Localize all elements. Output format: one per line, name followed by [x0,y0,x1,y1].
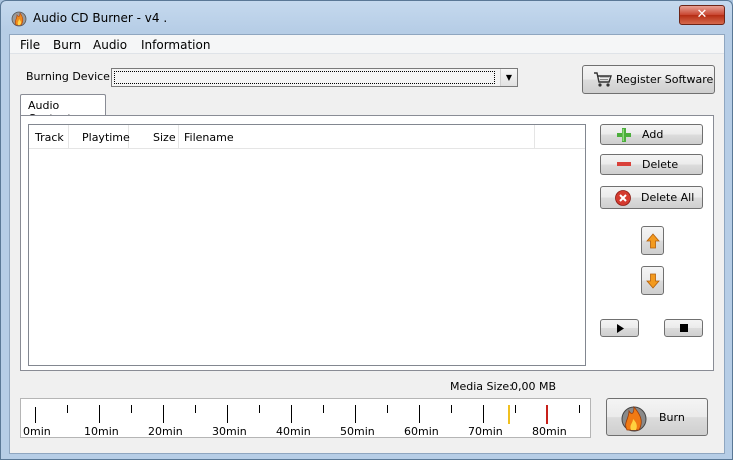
burn-button[interactable]: Burn [606,398,708,436]
ruler-label: 0min [23,425,51,438]
burning-device-label: Burning Device: [26,70,114,83]
minor-tick [195,405,196,413]
ruler-label: 10min [84,425,119,438]
capacity-marker-80min [546,405,548,424]
ruler-label: 40min [276,425,311,438]
minor-tick [67,405,68,413]
minor-tick [451,405,452,413]
client-area: File Burn Audio Information Burning Devi… [9,34,725,454]
major-tick [99,405,100,423]
minor-tick [515,405,516,413]
move-down-button[interactable] [641,266,664,295]
flame-disc-icon [11,11,27,27]
delete-label: Delete [642,158,679,171]
menu-audio[interactable]: Audio [93,38,127,52]
ruler-label: 60min [404,425,439,438]
minor-tick [323,405,324,413]
capacity-marker-74min [508,405,510,424]
minus-icon [617,162,631,166]
tab-audio-content[interactable]: Audio Content [20,94,106,125]
column-playtime[interactable]: Playtime [69,125,130,149]
stop-icon [680,324,688,332]
chevron-down-icon[interactable]: ▼ [500,69,517,86]
track-list[interactable]: Track Playtime Size Filename [28,124,586,366]
burning-device-select[interactable]: ▼ [111,68,518,87]
title-bar[interactable]: Audio CD Burner - v4 . ✕ [1,1,732,33]
ruler-label: 80min [532,425,567,438]
track-list-header: Track Playtime Size Filename [29,125,585,149]
move-up-button[interactable] [641,226,664,255]
audio-content-panel: Track Playtime Size Filename Add Delete [20,115,714,371]
major-tick [163,405,164,423]
app-window: Audio CD Burner - v4 . ✕ File Burn Audio… [0,0,733,460]
delete-circle-icon [615,190,631,206]
burn-label: Burn [659,411,685,424]
minor-tick [259,405,260,413]
major-tick [419,405,420,423]
column-filename[interactable]: Filename [179,125,535,149]
arrow-down-icon [646,273,660,289]
major-tick [291,405,292,423]
major-tick [355,405,356,423]
ruler-label: 30min [212,425,247,438]
menu-information[interactable]: Information [141,38,210,52]
play-button[interactable] [600,319,639,337]
media-size-label: Media Size: [450,380,513,393]
shopping-cart-icon [594,72,612,87]
delete-button[interactable]: Delete [600,154,703,175]
minor-tick [131,405,132,413]
plus-icon [617,128,631,142]
delete-all-button[interactable]: Delete All [600,186,703,209]
ruler-cursor [35,407,36,423]
major-tick [227,405,228,423]
register-software-button[interactable]: Register Software [582,65,715,94]
ruler-label: 20min [148,425,183,438]
delete-all-label: Delete All [641,191,695,204]
menu-file[interactable]: File [20,38,40,52]
menu-bar: File Burn Audio Information [10,35,724,54]
add-button[interactable]: Add [600,124,703,145]
menu-burn[interactable]: Burn [53,38,81,52]
minor-tick [387,405,388,413]
capacity-ruler: 0min 10min 20min 30min 40min 50min 60min… [20,398,591,438]
play-icon [617,324,624,333]
register-software-label: Register Software [616,73,714,86]
column-size[interactable]: Size [129,125,179,149]
ruler-label: 50min [340,425,375,438]
arrow-up-icon [646,233,660,249]
burning-device-value [114,71,495,84]
ruler-label: 70min [468,425,503,438]
column-track[interactable]: Track [29,125,69,149]
close-button[interactable]: ✕ [679,5,725,25]
stop-button[interactable] [664,319,703,337]
window-title: Audio CD Burner - v4 . [33,11,168,25]
major-tick [483,405,484,423]
flame-disc-icon [621,405,647,432]
add-label: Add [642,128,664,141]
media-size-value: 0,00 MB [511,380,557,393]
minor-tick [579,405,580,413]
